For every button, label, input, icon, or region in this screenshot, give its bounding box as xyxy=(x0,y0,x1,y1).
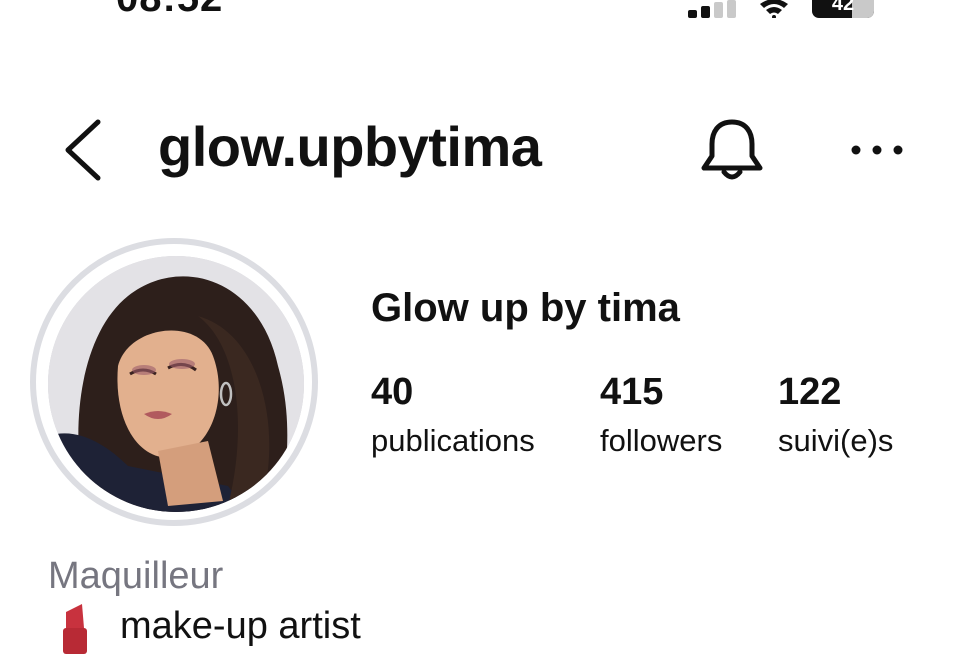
wifi-icon xyxy=(760,0,788,18)
chevron-left-icon[interactable] xyxy=(62,118,106,182)
bio-line: make-up artist xyxy=(120,605,361,647)
profile-display-name: Glow up by tima xyxy=(371,286,680,330)
profile-category: Maquilleur xyxy=(48,555,224,597)
following-label[interactable]: suivi(e)s xyxy=(778,423,893,458)
avatar[interactable] xyxy=(48,256,304,512)
lipstick-icon xyxy=(63,604,87,654)
followers-count[interactable]: 415 xyxy=(600,371,663,414)
battery-percentage: 42 xyxy=(831,0,855,15)
following-count[interactable]: 122 xyxy=(778,371,841,414)
more-dots-icon[interactable] xyxy=(850,136,904,164)
cellular-signal-icon xyxy=(688,0,738,18)
battery-icon: 42 xyxy=(812,0,874,18)
profile-username: glow.upbytima xyxy=(158,115,542,178)
status-time: 08:52 xyxy=(116,0,223,18)
bell-icon[interactable] xyxy=(698,116,766,184)
posts-label[interactable]: publications xyxy=(371,423,535,458)
profile-photo xyxy=(48,256,304,512)
posts-count[interactable]: 40 xyxy=(371,371,413,414)
followers-label[interactable]: followers xyxy=(600,423,722,458)
